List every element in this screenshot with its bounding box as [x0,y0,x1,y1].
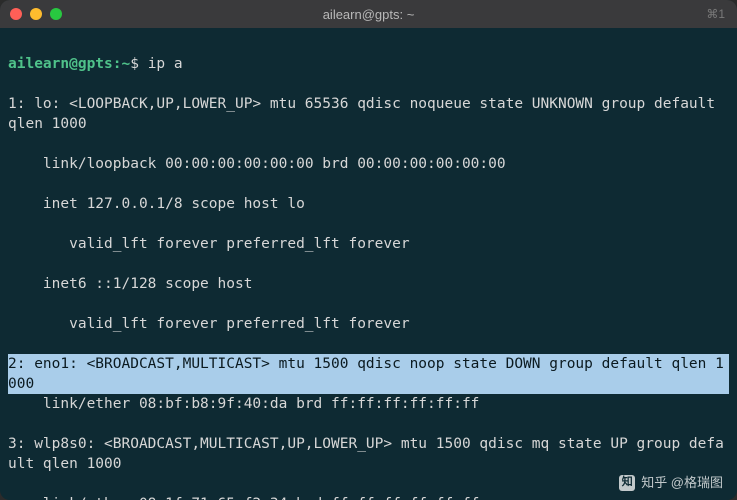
command-text: ip a [148,56,183,72]
output-line: 1: lo: <LOOPBACK,UP,LOWER_UP> mtu 65536 … [8,94,729,134]
watermark-text: 知乎 @格瑞图 [641,474,723,492]
prompt-path: :~ [113,56,130,72]
close-button[interactable] [10,8,22,20]
zhihu-icon: 知 [619,475,635,491]
output-line: 3: wlp8s0: <BROADCAST,MULTICAST,UP,LOWER… [8,434,729,474]
highlighted-output-line[interactable]: 2: eno1: <BROADCAST,MULTICAST> mtu 1500 … [8,354,729,394]
output-line: valid_lft forever preferred_lft forever [8,314,729,334]
terminal-window: ailearn@gpts: ~ ⌘1 ailearn@gpts:~$ ip a … [0,0,737,500]
maximize-button[interactable] [50,8,62,20]
output-line: inet6 ::1/128 scope host [8,274,729,294]
watermark: 知 知乎 @格瑞图 [619,474,723,492]
output-line: valid_lft forever preferred_lft forever [8,234,729,254]
window-title: ailearn@gpts: ~ [323,7,415,22]
titlebar: ailearn@gpts: ~ ⌘1 [0,0,737,28]
terminal-body[interactable]: ailearn@gpts:~$ ip a 1: lo: <LOOPBACK,UP… [0,28,737,500]
output-line: inet 127.0.0.1/8 scope host lo [8,194,729,214]
prompt-host: gpts [78,56,113,72]
prompt-symbol: $ [130,56,139,72]
traffic-lights [10,8,62,20]
output-line: link/ether 08:bf:b8:9f:40:da brd ff:ff:f… [8,394,729,414]
prompt-line-1: ailearn@gpts:~$ ip a [8,54,729,74]
prompt-user: ailearn [8,56,69,72]
prompt-at: @ [69,56,78,72]
output-line: link/loopback 00:00:00:00:00:00 brd 00:0… [8,154,729,174]
minimize-button[interactable] [30,8,42,20]
window-shortcut: ⌘1 [706,7,725,21]
output-line: link/ether 08:1f:71:65:f2:34 brd ff:ff:f… [8,494,729,500]
